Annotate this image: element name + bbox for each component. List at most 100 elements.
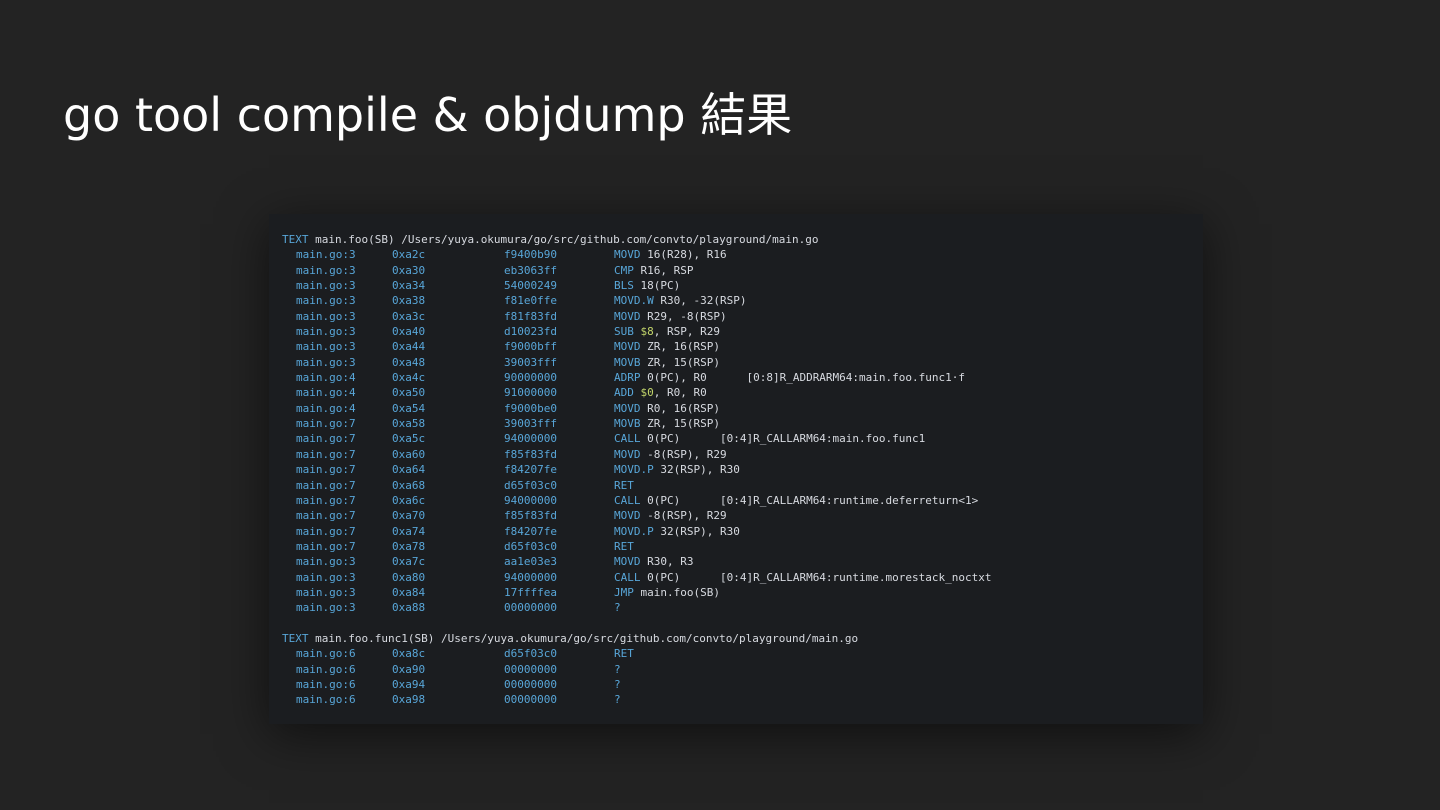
- machine-code: 00000000: [504, 601, 557, 615]
- disasm-row: main.go:7 0xa68 d65f03c0 RET: [269, 478, 1203, 493]
- disasm-row: main.go:6 0xa98 00000000?: [269, 692, 1203, 707]
- text-symbol-header: TEXT main.foo(SB) /Users/yuya.okumura/go…: [269, 232, 1203, 247]
- address: 0xa94: [392, 677, 426, 691]
- instruction: RET: [614, 646, 641, 661]
- source-location: main.go:3: [296, 248, 356, 262]
- operands: ZR, 15(RSP): [647, 355, 720, 369]
- disasm-row: main.go:3 0xa48 39003fff MOVB ZR, 15(RSP): [269, 355, 1203, 370]
- machine-code: d10023fd: [504, 325, 557, 339]
- source-location: main.go:6: [296, 677, 356, 691]
- instruction: RET: [614, 539, 641, 554]
- source-location: main.go:3: [296, 279, 356, 293]
- machine-code: 91000000: [504, 386, 557, 400]
- machine-code: 00000000: [504, 677, 557, 691]
- disasm-row: main.go:6 0xa90 00000000?: [269, 662, 1203, 677]
- disasm-row: main.go:7 0xa70 f85f83fd MOVD -8(RSP), R29: [269, 508, 1203, 523]
- machine-code: f9400b90: [504, 248, 557, 262]
- machine-code: f81e0ffe: [504, 294, 557, 308]
- machine-code: 39003fff: [504, 355, 557, 369]
- operands: -8(RSP), R29: [647, 509, 727, 523]
- immediate-operand: $8: [640, 325, 654, 339]
- source-location: main.go:3: [296, 585, 356, 599]
- opcode: CALL: [614, 570, 641, 584]
- source-location: main.go:7: [296, 539, 356, 553]
- operands: 0(PC) [0:4]R_CALLARM64:runtime.morestack…: [647, 570, 992, 584]
- disasm-row: main.go:3 0xa44 f9000bff MOVD ZR, 16(RSP): [269, 339, 1203, 354]
- instruction: MOVD 16(R28), R16: [614, 247, 727, 262]
- instruction: MOVD -8(RSP), R29: [614, 508, 727, 523]
- machine-code: eb3063ff: [504, 263, 557, 277]
- opcode: MOVD: [614, 248, 641, 262]
- address: 0xa88: [392, 601, 426, 615]
- machine-code: f84207fe: [504, 463, 557, 477]
- disasm-row: main.go:7 0xa64 f84207fe MOVD.P 32(RSP), R3…: [269, 462, 1203, 477]
- objdump-output-panel: TEXT main.foo(SB) /Users/yuya.okumura/go…: [269, 214, 1203, 724]
- source-location: main.go:6: [296, 693, 356, 707]
- address: 0xa4c: [392, 371, 426, 385]
- opcode: MOVD.W: [614, 294, 654, 308]
- machine-code: f9000be0: [504, 401, 557, 415]
- address: 0xa64: [392, 463, 426, 477]
- disasm-row: main.go:4 0xa54 f9000be0 MOVD R0, 16(RSP): [269, 401, 1203, 416]
- disasm-row: main.go:3 0xa80 94000000 CALL 0(PC) [0:4]R_…: [269, 570, 1203, 585]
- instruction: ?: [614, 662, 627, 677]
- address: 0xa34: [392, 279, 426, 293]
- opcode: RET: [614, 647, 634, 661]
- slide-title: go tool compile & objdump 結果: [63, 88, 793, 142]
- source-location: main.go:7: [296, 447, 356, 461]
- source-location: main.go:7: [296, 478, 356, 492]
- immediate-operand: $0: [640, 386, 654, 400]
- machine-code: 00000000: [504, 693, 557, 707]
- opcode: MOVD: [614, 555, 641, 569]
- disasm-row: main.go:7 0xa58 39003fff MOVB ZR, 15(RSP): [269, 416, 1203, 431]
- machine-code: 54000249: [504, 279, 557, 293]
- address: 0xa80: [392, 570, 426, 584]
- operands: 32(RSP), R30: [660, 524, 740, 538]
- source-location: main.go:6: [296, 647, 356, 661]
- symbol-path: main.foo.func1(SB) /Users/yuya.okumura/g…: [315, 631, 859, 645]
- opcode: CMP: [614, 263, 634, 277]
- address: 0xa70: [392, 509, 426, 523]
- machine-code: d65f03c0: [504, 539, 557, 553]
- address: 0xa5c: [392, 432, 426, 446]
- operands: R0, 16(RSP): [647, 401, 720, 415]
- machine-code: 90000000: [504, 371, 557, 385]
- opcode: MOVD: [614, 309, 641, 323]
- machine-code: f81f83fd: [504, 309, 557, 323]
- opcode: ?: [614, 677, 621, 691]
- machine-code: 94000000: [504, 570, 557, 584]
- operands: R30, -32(RSP): [660, 294, 747, 308]
- instruction: CALL 0(PC) [0:4]R_CALLARM64:runtime.defe…: [614, 493, 978, 508]
- source-location: main.go:7: [296, 493, 356, 507]
- source-location: main.go:3: [296, 340, 356, 354]
- instruction: ADRP 0(PC), R0 [0:8]R_ADDRARM64:main.foo…: [614, 370, 965, 385]
- disasm-row: main.go:3 0xa30 eb3063ff CMP R16, RSP: [269, 263, 1203, 278]
- text-keyword: TEXT main.foo.func1(SB) /Users/yuya.okum…: [282, 631, 859, 645]
- instruction: ?: [614, 692, 627, 707]
- operands: 32(RSP), R30: [660, 463, 740, 477]
- operands: R30, R3: [647, 555, 694, 569]
- machine-code: f85f83fd: [504, 447, 557, 461]
- address: 0xa7c: [392, 555, 426, 569]
- instruction: RET: [614, 478, 641, 493]
- disasm-row: main.go:7 0xa60 f85f83fd MOVD -8(RSP), R29: [269, 447, 1203, 462]
- disasm-row: main.go:3 0xa34 54000249 BLS 18(PC): [269, 278, 1203, 293]
- machine-code: d65f03c0: [504, 478, 557, 492]
- instruction: ?: [614, 600, 627, 615]
- opcode: ?: [614, 601, 621, 615]
- address: 0xa48: [392, 355, 426, 369]
- address: 0xa68: [392, 478, 426, 492]
- address: 0xa3c: [392, 309, 426, 323]
- address: 0xa38: [392, 294, 426, 308]
- opcode: ?: [614, 662, 621, 676]
- source-location: main.go:4: [296, 371, 356, 385]
- source-location: main.go:3: [296, 601, 356, 615]
- source-location: main.go:3: [296, 309, 356, 323]
- disasm-row: main.go:6 0xa8c d65f03c0 RET: [269, 646, 1203, 661]
- opcode: CALL: [614, 493, 641, 507]
- operands: R29, -8(RSP): [647, 309, 727, 323]
- operands: , RSP, R29: [653, 325, 720, 339]
- instruction: BLS 18(PC): [614, 278, 680, 293]
- machine-code: 94000000: [504, 493, 557, 507]
